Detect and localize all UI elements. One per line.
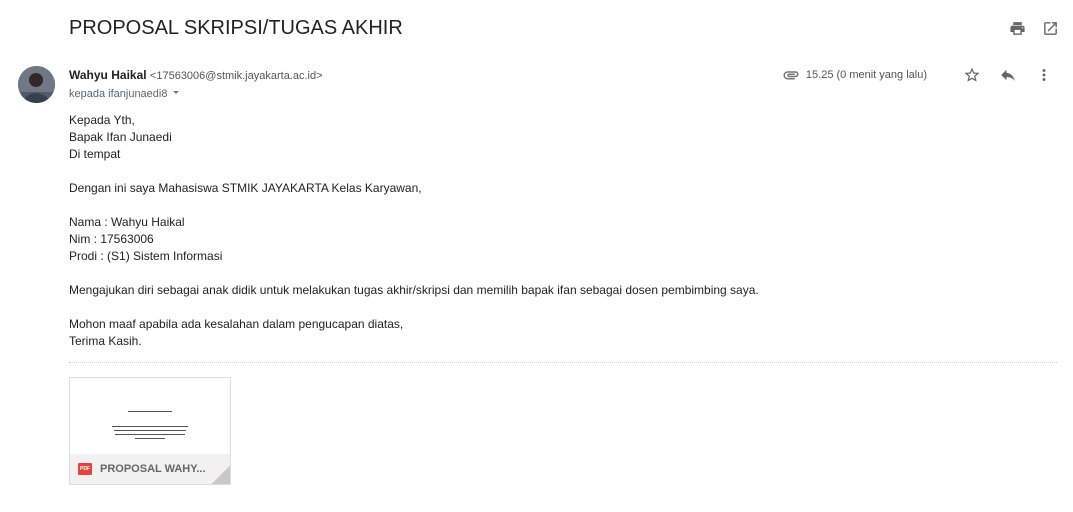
star-icon[interactable] — [963, 66, 981, 84]
attachment-icon — [782, 66, 800, 84]
recipient-label: kepada ifanjunaedi8 — [69, 87, 168, 100]
divider — [69, 362, 1057, 363]
header-actions — [1009, 20, 1059, 37]
body-line: Terima Kasih. — [69, 334, 142, 348]
chevron-down-icon[interactable] — [171, 87, 181, 100]
avatar[interactable] — [18, 66, 55, 103]
recipient-line: kepada ifanjunaedi8 — [69, 87, 181, 100]
attachment-thumbnail — [70, 378, 230, 458]
body-line: Nama : Wahyu Haikal — [69, 215, 185, 229]
print-icon[interactable] — [1009, 20, 1026, 37]
attachment-card[interactable]: PDF PROPOSAL WAHY... — [69, 377, 231, 485]
open-in-new-icon[interactable] — [1042, 20, 1059, 37]
body-line: Prodi : (S1) Sistem Informasi — [69, 249, 223, 263]
body-line: Dengan ini saya Mahasiswa STMIK JAYAKART… — [69, 181, 422, 195]
pdf-icon: PDF — [78, 463, 92, 475]
timestamp: 15.25 (0 menit yang lalu) — [805, 69, 927, 81]
body-line: Di tempat — [69, 147, 121, 161]
attachment-name: PROPOSAL WAHY... — [100, 463, 206, 475]
message-body: Kepada Yth, Bapak Ifan Junaedi Di tempat… — [69, 112, 759, 350]
sender-info: Wahyu Haikal <17563006@stmik.jayakarta.a… — [69, 68, 323, 82]
body-line: Bapak Ifan Junaedi — [69, 130, 172, 144]
pdf-corner-icon — [212, 466, 230, 484]
body-line: Nim : 17563006 — [69, 232, 154, 246]
body-line: Mengajukan diri sebagai anak didik untuk… — [69, 283, 759, 297]
sender-name[interactable]: Wahyu Haikal — [69, 68, 147, 82]
body-line: Kepada Yth, — [69, 113, 135, 127]
sender-email: <17563006@stmik.jayakarta.ac.id> — [149, 70, 323, 82]
more-vert-icon[interactable] — [1035, 66, 1053, 84]
message-meta: 15.25 (0 menit yang lalu) — [782, 66, 1053, 84]
email-subject: PROPOSAL SKRIPSI/TUGAS AKHIR — [69, 17, 403, 39]
body-line: Mohon maaf apabila ada kesalahan dalam p… — [69, 317, 404, 331]
reply-icon[interactable] — [999, 66, 1017, 84]
